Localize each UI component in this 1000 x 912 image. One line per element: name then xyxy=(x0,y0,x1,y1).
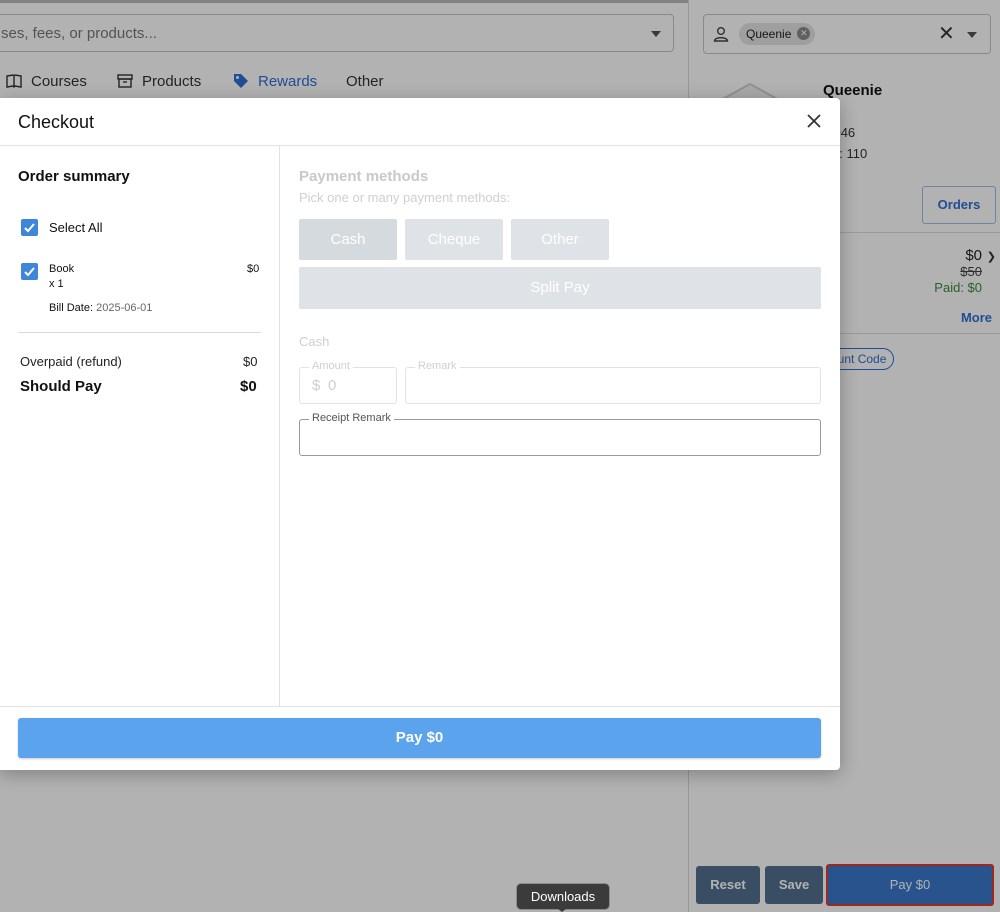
item-checkbox[interactable] xyxy=(21,263,38,280)
should-pay-label: Should Pay xyxy=(20,378,102,395)
select-all-checkbox[interactable] xyxy=(21,219,38,236)
overpaid-label: Overpaid (refund) xyxy=(20,354,122,369)
receipt-remark-field[interactable]: Receipt Remark xyxy=(299,412,821,456)
remark-field[interactable]: Remark xyxy=(405,360,821,404)
remark-label: Remark xyxy=(415,360,460,372)
cash-section-label: Cash xyxy=(299,334,330,349)
payment-methods-subtitle: Pick one or many payment methods: xyxy=(299,190,510,205)
cash-method-button[interactable]: Cash xyxy=(299,219,397,260)
cheque-method-button[interactable]: Cheque xyxy=(405,219,503,260)
other-method-button[interactable]: Other xyxy=(511,219,609,260)
item-quantity: x 1 xyxy=(49,278,64,290)
checkmark-icon xyxy=(24,267,35,277)
bill-date: Bill Date: 2025-06-01 xyxy=(49,302,152,314)
downloads-tooltip: Downloads xyxy=(516,883,610,910)
bill-date-value: 2025-06-01 xyxy=(96,302,153,314)
amount-label: Amount xyxy=(309,360,353,372)
currency-prefix: $ xyxy=(312,377,321,394)
checkout-modal: Checkout Order summary Select All Book x… xyxy=(0,98,840,770)
should-pay-value: $0 xyxy=(240,378,257,395)
split-pay-button[interactable]: Split Pay xyxy=(299,267,821,309)
item-price: $0 xyxy=(247,263,260,275)
column-divider xyxy=(279,146,280,706)
tooltip-arrow xyxy=(557,908,567,912)
receipt-remark-label: Receipt Remark xyxy=(309,412,394,424)
order-summary-title: Order summary xyxy=(18,168,130,185)
overpaid-value: $0 xyxy=(243,354,258,369)
bill-date-label: Bill Date: xyxy=(49,302,94,314)
close-icon[interactable] xyxy=(803,110,825,132)
modal-title: Checkout xyxy=(18,112,95,132)
divider xyxy=(0,706,840,707)
amount-value: 0 xyxy=(328,377,337,394)
select-all-label: Select All xyxy=(49,220,103,235)
divider xyxy=(18,332,261,333)
payment-methods-title: Payment methods xyxy=(299,168,429,185)
item-name: Book xyxy=(49,263,75,275)
modal-pay-button[interactable]: Pay $0 xyxy=(18,718,821,758)
divider xyxy=(0,145,840,146)
amount-field[interactable]: Amount $ 0 xyxy=(299,360,397,404)
checkmark-icon xyxy=(24,223,35,233)
